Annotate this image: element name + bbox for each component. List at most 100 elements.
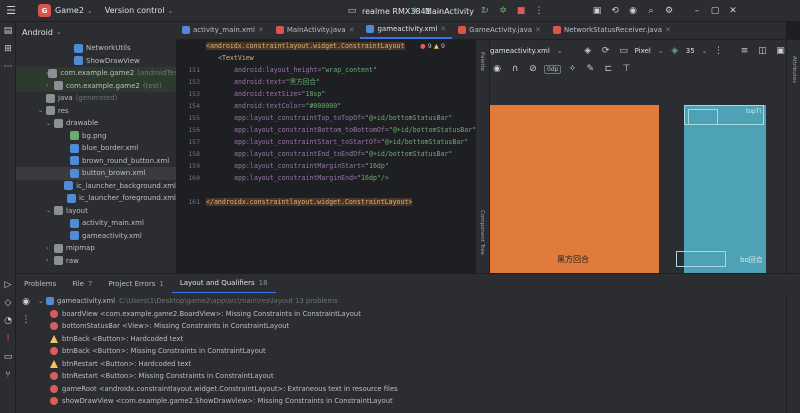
tree-item[interactable]: ic_launcher_background.xml [16, 180, 176, 193]
project-view-selector[interactable]: Android [22, 28, 53, 37]
minimize-icon[interactable]: – [690, 4, 704, 18]
layers-icon[interactable]: ◈ [581, 44, 595, 58]
debug-icon[interactable]: ✲ [496, 4, 510, 18]
magnet-icon[interactable]: ∩ [508, 62, 522, 76]
bottom-tab[interactable]: Problems [16, 274, 64, 294]
terminal-icon[interactable]: ▭ [0, 348, 16, 366]
bottom-tab[interactable]: File 7 [64, 274, 100, 294]
problem-row[interactable]: btnBack <Button>: Missing Constraints in… [38, 345, 778, 358]
maximize-icon[interactable]: ▢ [708, 4, 722, 18]
orientation-icon[interactable]: ⟳ [599, 44, 613, 58]
tree-item[interactable]: gameactivity.xml [16, 230, 176, 243]
problem-row[interactable]: btnBack <Button>: Hardcoded text [38, 333, 778, 346]
refresh-icon[interactable]: ↻ [478, 4, 492, 18]
problem-row[interactable]: gameRoot <androidx.constraintlayout.widg… [38, 383, 778, 396]
expand-arrow-icon[interactable]: › [46, 257, 54, 264]
editor-tab[interactable]: activity_main.xml ✕ [176, 21, 270, 39]
profile-icon[interactable]: ◉ [626, 4, 640, 18]
eye-icon[interactable]: ◉ [19, 295, 33, 309]
tree-item[interactable]: NetworkUtils [16, 42, 176, 55]
ellipsis-icon[interactable]: ⋯ [0, 58, 16, 76]
tree-item[interactable]: blue_border.xml [16, 142, 176, 155]
file-problem-group[interactable]: ⌄ gameactivity.xml C:\Users\1\Desktop\ga… [38, 295, 778, 308]
code-editor[interactable]: <androidx.constraintlayout.widget.Constr… [204, 40, 476, 273]
chevron-down-icon[interactable]: ⌄ [87, 7, 93, 15]
notification-icon[interactable]: ◔ [0, 312, 16, 330]
code-view-icon[interactable]: ≡ [738, 44, 752, 58]
inspection-widget[interactable]: ● 9 ▲ 9 [420, 40, 445, 52]
blueprint-preview[interactable]: topTi bo回合 [676, 105, 766, 273]
problem-row[interactable]: btnRestart <Button>: Missing Constraints… [38, 370, 778, 383]
split-view-icon[interactable]: ◫ [756, 44, 770, 58]
tree-item[interactable]: ›com.example.game2(androidTest) [16, 67, 176, 80]
expand-arrow-icon[interactable]: › [46, 82, 54, 89]
board-preview[interactable] [490, 105, 659, 273]
settings-icon[interactable]: ⚙ [662, 4, 676, 18]
tree-item[interactable]: java (generated) [16, 92, 176, 105]
problem-row[interactable]: bottomStatusBar <View>: Missing Constrai… [38, 320, 778, 333]
tree-item[interactable]: bg.png [16, 130, 176, 143]
version-control-menu[interactable]: Version control [105, 6, 165, 15]
close-icon[interactable]: ✕ [665, 26, 671, 34]
chevron-down-icon[interactable]: ⌄ [38, 297, 46, 305]
project-name[interactable]: Game2 [55, 6, 84, 15]
chevron-down-icon[interactable]: ⌄ [56, 28, 62, 36]
folder-icon[interactable]: ▤ [0, 22, 16, 40]
main-menu-icon[interactable]: ☰ [0, 0, 22, 22]
problem-row[interactable]: btnRestart <Button>: Hardcoded text [38, 358, 778, 371]
tree-item[interactable]: › mipmap [16, 242, 176, 255]
expand-arrow-icon[interactable]: ⌄ [46, 120, 54, 127]
editor-tab[interactable]: gameactivity.xml ✕ [360, 21, 453, 39]
close-icon[interactable]: ✕ [258, 26, 264, 34]
device-manager-icon[interactable]: ▣ [590, 4, 604, 18]
tree-item[interactable]: ic_launcher_foreground.xml [16, 192, 176, 205]
grid-icon[interactable]: ⊞ [0, 40, 16, 58]
tree-item[interactable]: button_brown.xml [16, 167, 176, 180]
guidelines-icon[interactable]: ⊤ [619, 62, 633, 76]
close-icon[interactable]: ✕ [440, 25, 446, 33]
tree-item[interactable]: ⌄ layout [16, 205, 176, 218]
tree-item[interactable]: ⌄ res [16, 105, 176, 118]
branch-icon[interactable]: ⑂ [0, 366, 16, 384]
palette-tab[interactable]: Palette [479, 52, 485, 71]
close-icon[interactable]: ✕ [349, 26, 355, 34]
bottom-tab[interactable]: Layout and Qualifiers 18 [171, 274, 276, 294]
chevron-down-icon[interactable]: ⌄ [167, 7, 173, 15]
error-icon[interactable]: ! [0, 330, 16, 348]
editor-tab[interactable]: MainActivity.java ✕ [270, 21, 361, 39]
expand-arrow-icon[interactable]: ⌄ [46, 207, 54, 214]
tree-item[interactable]: › raw [16, 255, 176, 268]
run-config-selector[interactable]: MainActivity [425, 7, 474, 16]
sync-icon[interactable]: ⟲ [608, 4, 622, 18]
tree-item[interactable]: › com.example.game2 (test) [16, 79, 176, 92]
tree-item[interactable]: ShowDrawView [16, 55, 176, 68]
close-icon[interactable]: ✕ [726, 4, 740, 18]
editor-tab[interactable]: NetworkStatusReceiver.java ✕ [547, 21, 677, 39]
wand-icon[interactable]: ✎ [583, 62, 597, 76]
api-level-selector[interactable]: 35 [686, 47, 695, 55]
search-icon[interactable]: ⌕ [644, 4, 658, 18]
preview-device-selector[interactable]: Pixel [635, 47, 651, 55]
clear-constraints-icon[interactable]: ⊘ [526, 62, 540, 76]
problem-row[interactable]: showDrawView <com.example.game2.ShowDraw… [38, 395, 778, 408]
infer-constraints-icon[interactable]: ✧ [565, 62, 579, 76]
preview-file-selector[interactable]: gameactivity.xml [490, 47, 550, 55]
more-icon[interactable]: ⋮ [712, 44, 726, 58]
expand-arrow-icon[interactable]: ⌄ [38, 107, 46, 114]
expand-arrow-icon[interactable]: › [46, 245, 54, 252]
default-margin-field[interactable]: 0dp [544, 64, 562, 74]
align-icon[interactable]: ⊏ [601, 62, 615, 76]
tree-item[interactable]: ⌄ drawable [16, 117, 176, 130]
bottom-tab[interactable]: Project Errors 1 [100, 274, 171, 294]
close-icon[interactable]: ✕ [535, 26, 541, 34]
stop-icon[interactable]: ■ [514, 4, 528, 18]
tree-item[interactable]: brown_round_button.xml [16, 155, 176, 168]
filter-icon[interactable]: ⋮ [19, 313, 33, 327]
component-tree-tab[interactable]: Component Tree [479, 210, 485, 255]
gem-icon[interactable]: ◇ [0, 294, 16, 312]
attributes-tab[interactable]: Attributes [791, 56, 797, 83]
play-icon[interactable]: ▷ [0, 276, 16, 294]
eye-icon[interactable]: ◉ [490, 62, 504, 76]
more-icon[interactable]: ⋮ [532, 4, 546, 18]
problem-row[interactable]: boardView <com.example.game2.BoardView>:… [38, 308, 778, 321]
